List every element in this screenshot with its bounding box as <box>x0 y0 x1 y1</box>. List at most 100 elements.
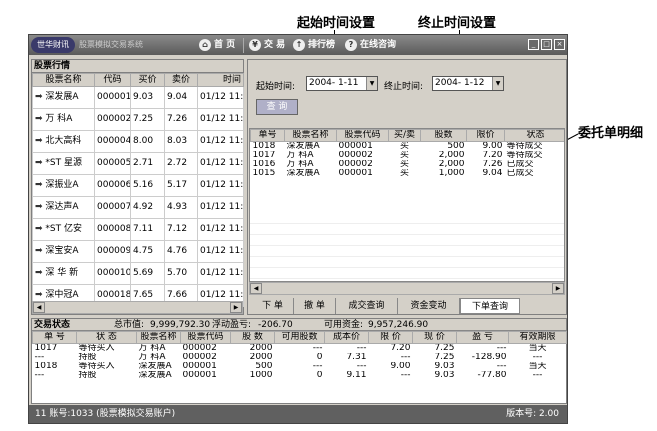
orders-list: 单号 股票名称 股票代码 买/卖 股数 限价 状态 1018 深发展A 000001… <box>249 128 565 282</box>
toolbar-help-button[interactable]: ? 在线咨询 <box>345 38 396 53</box>
position-cell: 9.11 <box>346 371 367 380</box>
order-cell: 7.20 <box>482 151 503 160</box>
column-header[interactable]: 股票代码 <box>180 331 231 344</box>
column-header[interactable]: 限价 <box>466 129 505 142</box>
column-header[interactable]: 限 价 <box>368 331 413 344</box>
column-header[interactable]: 股 数 <box>230 331 275 344</box>
chevron-down-icon[interactable]: ▼ <box>366 77 377 90</box>
order-cell: 9.00 <box>482 141 503 151</box>
quote-row[interactable]: ➡ 深宝安A0000094.754.7601/12 11:2 <box>32 240 244 263</box>
scroll-left-icon[interactable]: ◀ <box>33 302 45 313</box>
orders-hscrollbar[interactable]: ◀ ▶ <box>249 282 565 295</box>
toolbar-home-button[interactable]: ⌂ 首 页 <box>199 38 235 53</box>
position-cell: -77.80 <box>477 371 507 380</box>
tab-cancel-order[interactable]: 撤 单 <box>294 298 336 314</box>
stock-name-cell: ➡ 深发展A <box>32 86 95 109</box>
maximize-button[interactable]: □ <box>541 39 552 50</box>
scroll-right-icon[interactable]: ▶ <box>552 283 564 294</box>
column-header[interactable]: 单号 <box>250 129 285 142</box>
column-header[interactable]: 可用股数 <box>274 331 325 344</box>
quote-cell: 8.03 <box>164 130 198 153</box>
position-row[interactable]: 1018 等待买入 深发展A 000001 500 --- --- 9.00 9.03 --- 当天 <box>33 362 567 371</box>
tab-place-order[interactable]: 下 单 <box>252 298 294 314</box>
quote-row[interactable]: ➡ *ST 亿安0000087.117.1201/12 11:3 <box>32 218 244 241</box>
total-value-label: 总市值: <box>114 320 145 330</box>
column-header[interactable]: 有效期限 <box>508 331 567 344</box>
close-button[interactable]: × <box>554 39 565 50</box>
order-cell: 买 <box>399 151 409 160</box>
order-cell: 万 科A <box>286 151 314 160</box>
quote-cell: 000005 <box>94 152 131 175</box>
column-header[interactable]: 买价 <box>130 73 165 87</box>
column-header[interactable]: 盈 亏 <box>456 331 509 344</box>
position-cell: --- <box>496 362 507 371</box>
column-header[interactable]: 状 态 <box>76 331 137 344</box>
tab-deal-query[interactable]: 成交查询 <box>336 298 398 314</box>
toolbar-trade-button[interactable]: ¥ 交 易 <box>249 38 285 53</box>
ranking-icon: ↑ <box>293 39 305 51</box>
position-cell: 0 <box>316 353 323 362</box>
quotes-hscrollbar[interactable]: ◀ ▶ <box>32 301 243 314</box>
quote-cell: 5.17 <box>164 174 198 197</box>
column-header[interactable]: 股票名称 <box>284 129 337 142</box>
stock-name-cell: ➡ 深宝安A <box>32 240 95 263</box>
column-header[interactable]: 代码 <box>94 73 131 87</box>
position-row[interactable]: --- 持股 万 科A 000002 2000 0 7.31 --- 7.25 -128.90 --… <box>33 353 567 362</box>
position-cell: 当天 <box>528 343 547 353</box>
column-header[interactable]: 股数 <box>420 129 467 142</box>
quote-cell: 000010 <box>94 262 131 285</box>
tab-fund-change[interactable]: 资金变动 <box>398 298 460 314</box>
order-cell: 2,000 <box>438 160 465 169</box>
float-pnl-value: -206.70 <box>258 320 293 330</box>
orders-header-row: 单号 股票名称 股票代码 买/卖 股数 限价 状态 <box>250 129 564 142</box>
quote-row[interactable]: ➡ 万 科A0000027.257.2601/12 11:3 <box>32 108 244 131</box>
trade-icon: ¥ <box>249 39 261 51</box>
column-header[interactable]: 股票代码 <box>336 129 389 142</box>
scroll-left-icon[interactable]: ◀ <box>250 283 262 294</box>
minimize-button[interactable]: _ <box>528 39 539 50</box>
column-header[interactable]: 股票名称 <box>136 331 181 344</box>
quote-row[interactable]: ➡ 深 华 新0000105.695.7001/12 11:2 <box>32 262 244 285</box>
column-header[interactable]: 时间 <box>197 73 244 87</box>
column-header[interactable]: 股票名称 <box>32 73 95 87</box>
tab-order-query[interactable]: 下单查询 <box>460 298 520 314</box>
quote-cell: 7.11 <box>130 218 165 241</box>
quotes-panel: 股票行情 股票名称 代码 买价 卖价 时间 ➡ 深发展A 000001 9.03 9.… <box>31 59 244 315</box>
quote-row[interactable]: ➡ 北大高科0000048.008.0301/12 11:2 <box>32 130 244 153</box>
column-header[interactable]: 单 号 <box>32 331 77 344</box>
quote-cell: 5.16 <box>130 174 165 197</box>
position-cell: --- <box>400 371 411 380</box>
end-date-select[interactable]: 2004- 1-12 ▼ <box>432 76 504 91</box>
position-cell: -128.90 <box>471 353 507 362</box>
column-header[interactable]: 现 价 <box>412 331 457 344</box>
position-cell: 深发展A <box>138 362 172 371</box>
quote-cell: 01/12 11:2 <box>197 86 244 109</box>
scroll-right-icon[interactable]: ▶ <box>230 302 242 313</box>
stock-name-cell: ➡ 深振业A <box>32 174 95 197</box>
quote-cell: 4.92 <box>130 196 165 219</box>
order-row[interactable]: 1018 深发展A 000001 买 500 9.00 等待成交 <box>251 141 565 152</box>
position-row[interactable]: 1017 等待买入 万 科A 000002 2000 --- --- 7.20 7.25 --- 当… <box>33 344 567 354</box>
quote-row[interactable]: ➡ 深振业A0000065.165.1701/12 11:2 <box>32 174 244 197</box>
quote-row[interactable]: ➡ 深达声A0000074.924.9301/12 11:2 <box>32 196 244 219</box>
quote-cell: 000009 <box>94 240 131 263</box>
order-row[interactable]: 1016 万 科A 000002 买 2,000 7.26 已成交 <box>251 160 565 169</box>
query-button[interactable]: 查 询 <box>256 99 298 115</box>
column-header[interactable]: 卖价 <box>164 73 198 87</box>
positions-table: 单 号状 态股票名称 股票代码股 数可用股数 成本价限 价现 价盈 亏有效期限 10… <box>32 331 567 380</box>
position-cell: --- <box>312 343 323 353</box>
order-row[interactable]: 1015 深发展A 000001 买 1,000 9.04 已成交 <box>251 169 565 178</box>
quote-row[interactable]: ➡ 深发展A0000019.039.0401/12 11:2 <box>32 86 244 109</box>
column-header[interactable]: 成本价 <box>324 331 369 344</box>
quote-cell: 9.03 <box>130 86 165 109</box>
position-cell: --- <box>312 362 323 371</box>
order-row[interactable]: 1017 万 科A 000002 买 2,000 7.20 等待成交 <box>251 151 565 160</box>
quote-row[interactable]: ➡ *ST 星源0000052.712.7201/12 11:3 <box>32 152 244 175</box>
start-date-select[interactable]: 2004- 1-11 ▼ <box>306 76 378 91</box>
chevron-down-icon[interactable]: ▼ <box>492 77 503 90</box>
column-header[interactable]: 状态 <box>504 129 564 142</box>
toolbar-ranking-button[interactable]: ↑ 排行榜 <box>293 38 335 53</box>
position-row[interactable]: --- 持股 深发展A 000001 1000 0 9.11 --- 9.03 -77.80 --- <box>33 371 567 380</box>
column-header[interactable]: 买/卖 <box>388 129 421 142</box>
app-window: 世华财讯 股票模拟交易系统 ⌂ 首 页 ¥ 交 易 ↑ 排行榜 ? 在线咨询 _ □ ×… <box>28 34 568 424</box>
